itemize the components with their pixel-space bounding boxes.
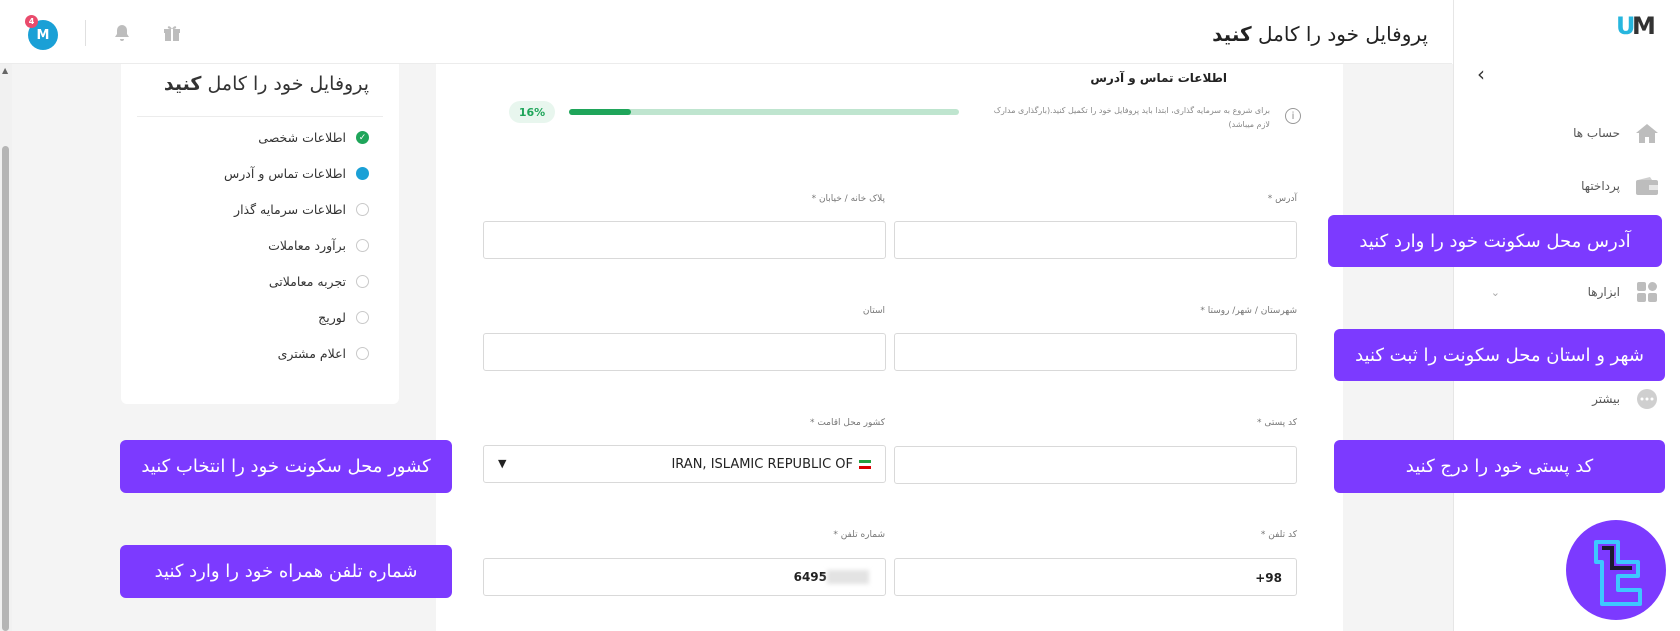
more-icon	[1634, 388, 1660, 410]
notification-badge: 4	[25, 15, 38, 28]
top-header: پروفایل خود را کامل کنید M 4	[0, 0, 1452, 64]
steps-title-text: پروفایل خود را کامل	[207, 73, 370, 95]
dropdown-caret-icon[interactable]: ▼	[498, 457, 506, 470]
callout-phone: شماره تلفن همراه خود را وارد کنید	[120, 545, 452, 598]
sidebar-item-label: پرداختها	[1581, 179, 1620, 193]
chevron-down-icon[interactable]: ⌄	[1491, 286, 1500, 299]
postal-field[interactable]	[894, 446, 1297, 484]
step-label: اطلاعات سرمایه گذار	[234, 202, 346, 217]
collapse-sidebar-button[interactable]: ‹	[1477, 62, 1485, 86]
home-icon	[1634, 122, 1660, 144]
app-root: پروفایل خود را کامل کنید M 4 ▲ پروفایل خ…	[0, 0, 1680, 631]
step-label: اعلام مشتری	[277, 346, 346, 361]
plaque-input[interactable]	[484, 222, 885, 258]
province-label: استان	[862, 306, 885, 316]
check-icon: ✓	[356, 131, 369, 144]
pending-dot-icon	[356, 203, 369, 216]
callout-city: شهر و استان محل سکونت را ثبت کنید	[1334, 329, 1665, 381]
progress-fill	[569, 109, 632, 115]
plaque-label: پلاک خانه / خیابان *	[811, 194, 885, 204]
avatar-letter: M	[36, 27, 50, 43]
postal-label: کد پستی *	[1257, 418, 1297, 428]
phone-code-value: +98	[1255, 571, 1282, 585]
step-label: لوریج	[318, 310, 346, 325]
callout-postal: کد پستی خود را درج کنید	[1334, 440, 1665, 493]
section-title: اطلاعات تماس و آدرس	[1090, 71, 1227, 85]
page-title: پروفایل خود را کامل کنید	[1212, 22, 1428, 46]
sidebar-item-label: بیشتر	[1592, 392, 1620, 406]
phone-label: شماره تلفن *	[833, 530, 885, 540]
wallet-icon	[1634, 175, 1660, 197]
country-value: IRAN, ISLAMIC REPUBLIC OF	[671, 457, 853, 472]
sidebar-item-payments[interactable]: پرداختها	[1581, 171, 1660, 201]
sidebar-item-tools[interactable]: ابزارها	[1588, 277, 1660, 307]
page-title-text: پروفایل خود را کامل	[1258, 22, 1428, 46]
province-field[interactable]	[483, 333, 886, 371]
city-input[interactable]	[895, 334, 1296, 370]
step-label: برآورد معاملات	[268, 238, 346, 253]
pending-dot-icon	[356, 239, 369, 252]
steps-card: پروفایل خود را کامل کنید ✓ اطلاعات شخصی …	[121, 64, 399, 404]
sidebar-item-accounts[interactable]: حساب ها	[1573, 118, 1660, 148]
progress-bar	[569, 109, 959, 115]
page-title-bold: کنید	[1212, 22, 1252, 46]
progress-percent: 16%	[509, 101, 555, 123]
sidebar-item-label: حساب ها	[1573, 126, 1620, 140]
pending-dot-icon	[356, 347, 369, 360]
sidebar-item-more[interactable]: بیشتر	[1592, 384, 1660, 414]
step-trade-estimate[interactable]: برآورد معاملات	[268, 238, 369, 253]
callout-address: آدرس محل سکونت خود را وارد کنید	[1328, 215, 1662, 267]
bell-icon[interactable]	[114, 24, 130, 46]
postal-input[interactable]	[895, 447, 1296, 483]
city-label: شهرستان / شهر/ روستا *	[1200, 306, 1297, 316]
scrollbar-thumb[interactable]	[2, 146, 9, 631]
pending-dot-icon	[356, 311, 369, 324]
address-field[interactable]	[894, 221, 1297, 259]
phone-field[interactable]: 6495	[483, 558, 886, 596]
steps-title: پروفایل خود را کامل کنید	[164, 73, 369, 95]
grid-icon	[1634, 281, 1660, 303]
phone-redacted	[827, 570, 869, 584]
step-label: اطلاعات تماس و آدرس	[224, 166, 346, 181]
step-personal-info[interactable]: ✓ اطلاعات شخصی	[258, 130, 369, 145]
address-input[interactable]	[895, 222, 1296, 258]
address-label: آدرس *	[1267, 194, 1297, 204]
country-label: کشور محل اقامت *	[809, 418, 885, 428]
plaque-field[interactable]	[483, 221, 886, 259]
logo-m: M	[1632, 12, 1656, 40]
steps-title-bold: کنید	[163, 73, 202, 95]
logo[interactable]: U M	[1616, 12, 1664, 40]
step-contact-address[interactable]: اطلاعات تماس و آدرس	[224, 166, 369, 181]
step-leverage[interactable]: لوریج	[318, 310, 369, 325]
phone-code-label: کد تلفن *	[1260, 530, 1297, 540]
province-input[interactable]	[484, 334, 885, 370]
step-label: تجربه معاملاتی	[268, 274, 346, 289]
country-select[interactable]: IRAN, ISLAMIC REPUBLIC OF ▼	[483, 445, 886, 483]
header-divider	[85, 20, 86, 46]
phone-value: 6495	[793, 570, 827, 584]
scroll-up-icon[interactable]: ▲	[2, 66, 8, 75]
gift-icon[interactable]	[163, 24, 181, 46]
steps-divider	[137, 116, 383, 117]
step-label: اطلاعات شخصی	[258, 130, 346, 145]
country-selected: IRAN, ISLAMIC REPUBLIC OF	[671, 457, 871, 472]
sidebar-item-label: ابزارها	[1587, 285, 1620, 299]
callout-country: کشور محل سکونت خود را انتخاب کنید	[120, 440, 452, 493]
info-icon: i	[1285, 108, 1301, 124]
pending-dot-icon	[356, 275, 369, 288]
step-trading-experience[interactable]: تجربه معاملاتی	[269, 274, 369, 289]
active-dot-icon	[356, 167, 369, 180]
step-investor-info[interactable]: اطلاعات سرمایه گذار	[234, 202, 369, 217]
step-client-declaration[interactable]: اعلام مشتری	[278, 346, 369, 361]
city-field[interactable]	[894, 333, 1297, 371]
phone-code-field[interactable]: +98	[894, 558, 1297, 596]
phone-value-wrap: 6495	[794, 570, 871, 584]
iran-flag-icon	[859, 460, 871, 469]
info-text: برای شروع به سرمایه گذاری، ابتدا باید پر…	[993, 106, 1270, 129]
brand-watermark-logo	[1566, 520, 1666, 620]
